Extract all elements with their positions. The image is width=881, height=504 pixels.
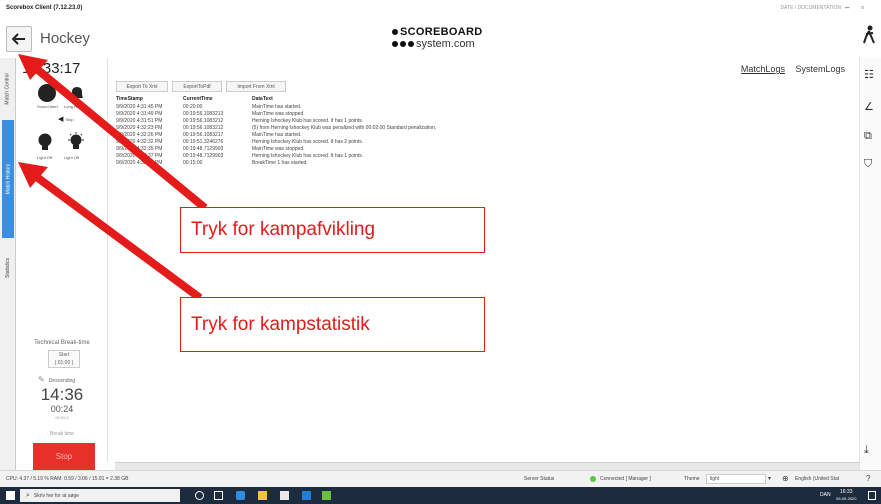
callout-match-control: Tryk for kampafvikling (180, 207, 485, 253)
callout-match-statistics: Tryk for kampstatistik (180, 297, 485, 352)
